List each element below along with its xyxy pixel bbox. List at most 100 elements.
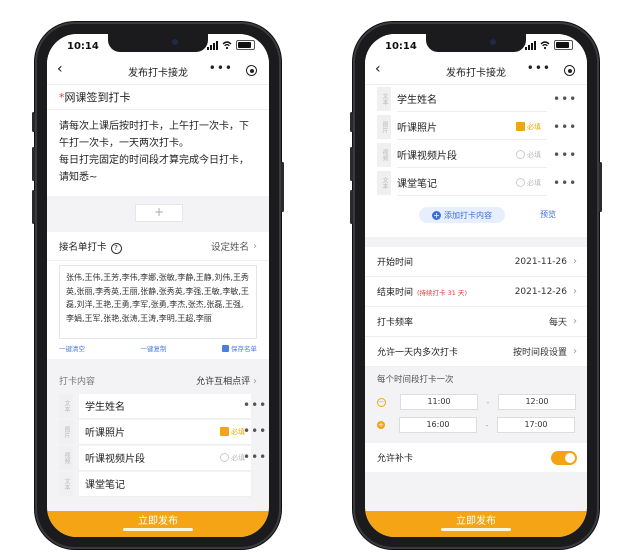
start-time-value: 2021-11-26 xyxy=(514,256,567,267)
item-more-button[interactable]: ••• xyxy=(243,398,267,412)
checkbox-empty-icon xyxy=(516,178,525,187)
end-time-row[interactable]: 结束时间 (持续打卡 31 天) 2021-12-26 › xyxy=(365,277,587,307)
makeup-toggle[interactable] xyxy=(551,450,577,465)
screen-left: 10:14 ‹ 发布打卡接龙 ••• *网课签到打卡 请每次上课后按时打卡，上午… xyxy=(47,34,269,537)
required-toggle[interactable]: 必填 xyxy=(220,453,245,463)
save-names-button[interactable]: 保存名单 xyxy=(222,343,257,353)
screen-right: 10:14 ‹ 发布打卡接龙 ••• 文本 学生姓名 ••• 图片 听课照片 必… xyxy=(365,34,587,537)
form-content-left: *网课签到打卡 请每次上课后按时打卡，上午打一次卡，下午打一次卡，一天两次打卡。… xyxy=(47,85,269,497)
page-title: 发布打卡接龙 xyxy=(446,68,506,79)
item-label: 听课照片 xyxy=(397,123,437,134)
item-type-tag: 图片 xyxy=(59,420,73,444)
checkbox-empty-icon xyxy=(516,150,525,159)
help-icon[interactable]: ? xyxy=(110,242,122,254)
checkin-item[interactable]: 图片 听课照片 必填 ••• xyxy=(47,419,269,445)
period-dash: - xyxy=(485,420,489,430)
period-end-input[interactable]: 17:00 xyxy=(497,417,575,433)
checkbox-checked-icon xyxy=(220,427,229,436)
period-row: + 16:00 - 17:00 xyxy=(365,413,587,437)
required-toggle[interactable]: 必填 xyxy=(516,150,541,160)
item-box: 听课视频片段 必填 xyxy=(397,143,547,168)
checkbox-checked-icon xyxy=(516,122,525,131)
more-menu-button[interactable]: ••• xyxy=(209,61,233,75)
publish-button[interactable]: 立即发布 xyxy=(47,511,269,537)
checkin-item[interactable]: 图片 听课照片 必填 ••• xyxy=(365,113,587,141)
preview-link[interactable]: 预览 xyxy=(540,209,556,220)
task-description[interactable]: 请每次上课后按时打卡，上午打一次卡，下午打一次卡，一天两次打卡。 每日打完固定的… xyxy=(47,110,269,196)
copy-names-button[interactable]: 一键复制 xyxy=(141,343,167,353)
mute-switch xyxy=(32,112,35,132)
set-names-link[interactable]: 设定姓名 xyxy=(211,239,249,253)
volume-down-button xyxy=(350,190,353,224)
checkin-item[interactable]: 文本 学生姓名 ••• xyxy=(47,393,269,419)
multi-checkin-label: 允许一天内多次打卡 xyxy=(377,348,459,358)
checkin-item[interactable]: 文本 课堂笔记 必填 ••• xyxy=(365,169,587,197)
section-label: 打卡内容 xyxy=(59,376,96,387)
status-time: 10:14 xyxy=(67,41,99,52)
chevron-right-icon: › xyxy=(573,256,577,267)
item-label: 学生姓名 xyxy=(397,95,437,106)
period-row: − 11:00 - 12:00 xyxy=(365,391,587,413)
checkin-items-list: 文本 学生姓名 ••• 图片 听课照片 必填 ••• 视频 听课视频片段 必填 … xyxy=(365,85,587,197)
item-box: 课堂笔记 xyxy=(79,471,251,497)
checkin-item[interactable]: 文本 课堂笔记 xyxy=(47,471,269,497)
period-dash: - xyxy=(486,397,490,407)
checkin-item[interactable]: 文本 学生姓名 ••• xyxy=(365,85,587,113)
period-start-input[interactable]: 16:00 xyxy=(399,417,477,433)
start-time-row[interactable]: 开始时间 2021-11-26 › xyxy=(365,247,587,277)
item-more-button[interactable]: ••• xyxy=(553,92,577,106)
makeup-label: 允许补卡 xyxy=(377,454,414,464)
save-names-label: 保存名单 xyxy=(231,345,257,353)
task-title-row[interactable]: *网课签到打卡 xyxy=(47,85,269,110)
multi-checkin-row[interactable]: 允许一天内多次打卡 按时间段设置 › xyxy=(365,337,587,367)
end-time-label: 结束时间 xyxy=(377,288,414,298)
frequency-label: 打卡频率 xyxy=(377,318,414,328)
checkin-item[interactable]: 视频 听课视频片段 必填 ••• xyxy=(47,445,269,471)
item-more-button[interactable]: ••• xyxy=(243,450,267,464)
phone-left: 10:14 ‹ 发布打卡接龙 ••• *网课签到打卡 请每次上课后按时打卡，上午… xyxy=(32,22,284,549)
item-label: 课堂笔记 xyxy=(85,480,125,491)
required-toggle[interactable]: 必填 xyxy=(220,427,245,437)
add-attachment-button[interactable]: + xyxy=(135,204,183,222)
item-label: 听课视频片段 xyxy=(397,151,457,162)
multi-checkin-value: 按时间段设置 xyxy=(512,348,567,358)
roster-row[interactable]: 接名单打卡? 设定姓名 › xyxy=(47,232,269,261)
save-icon xyxy=(222,344,229,352)
mute-switch xyxy=(350,112,353,132)
battery-icon xyxy=(236,40,255,50)
item-more-button[interactable]: ••• xyxy=(243,424,267,438)
status-time: 10:14 xyxy=(385,41,417,52)
status-icons xyxy=(525,40,573,50)
item-type-tag: 文本 xyxy=(377,87,391,111)
item-more-button[interactable]: ••• xyxy=(553,148,577,162)
item-box: 听课照片 必填 xyxy=(397,115,547,140)
frequency-row[interactable]: 打卡频率 每天 › xyxy=(365,307,587,337)
volume-up-button xyxy=(350,147,353,181)
wifi-icon xyxy=(540,41,550,50)
more-menu-button[interactable]: ••• xyxy=(527,61,551,75)
item-more-button[interactable]: ••• xyxy=(553,120,577,134)
clear-names-button[interactable]: 一键清空 xyxy=(59,343,85,353)
chevron-right-icon: › xyxy=(573,346,577,357)
checkin-item[interactable]: 视频 听课视频片段 必填 ••• xyxy=(365,141,587,169)
close-miniprogram-icon[interactable] xyxy=(246,65,257,76)
item-box: 学生姓名 xyxy=(397,87,547,112)
required-toggle[interactable]: 必填 xyxy=(516,178,541,188)
close-miniprogram-icon[interactable] xyxy=(564,65,575,76)
chevron-right-icon: › xyxy=(573,286,577,297)
names-textarea[interactable]: 张伟,王伟,王芳,李伟,李娜,张敏,李静,王静,刘伟,王秀英,张丽,李秀英,王丽… xyxy=(59,265,257,339)
add-content-button[interactable]: + 添加打卡内容 xyxy=(419,207,505,223)
nav-bar: ‹ 发布打卡接龙 ••• xyxy=(47,58,269,85)
chevron-right-icon: › xyxy=(253,375,257,387)
publish-button[interactable]: 立即发布 xyxy=(365,511,587,537)
period-start-input[interactable]: 11:00 xyxy=(400,394,478,410)
form-content-right: 文本 学生姓名 ••• 图片 听课照片 必填 ••• 视频 听课视频片段 必填 … xyxy=(365,85,587,472)
signal-icon xyxy=(525,40,536,50)
add-period-icon[interactable]: + xyxy=(377,421,385,429)
remove-period-icon[interactable]: − xyxy=(377,397,386,407)
period-end-input[interactable]: 12:00 xyxy=(498,394,576,410)
item-more-button[interactable]: ••• xyxy=(553,176,577,190)
allow-comments-link[interactable]: 允许互相点评 xyxy=(196,377,250,387)
home-indicator xyxy=(123,528,193,531)
required-toggle[interactable]: 必填 xyxy=(516,122,541,132)
